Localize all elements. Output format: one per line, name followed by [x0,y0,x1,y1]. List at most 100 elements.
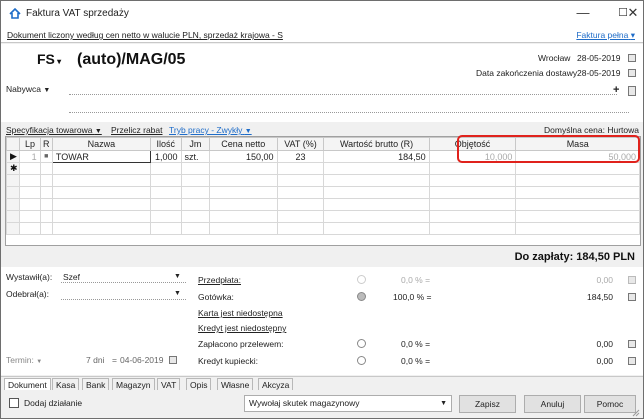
empty-cell [39,186,53,199]
prepayment-percent: 0,0 % = [401,275,431,285]
document-prefix-dropdown[interactable]: FS ▾ [37,51,61,67]
empty-cell [39,174,53,187]
empty-cell [276,198,325,211]
calendar-icon[interactable] [169,356,177,364]
column-header-lp[interactable]: Lp [19,137,41,151]
cash-radio[interactable] [357,292,366,301]
resize-grip-icon[interactable] [630,407,640,417]
empty-cell [428,210,517,223]
document-header-form: FS ▾ (auto)/MAG/05 Wrocław 28-05-2019 Da… [1,44,643,122]
recalculate-discount-link[interactable]: Przelicz rabat [111,125,163,135]
chevron-down-icon: ▼ [43,87,51,94]
cash-percent[interactable]: 100,0 % = [393,292,432,302]
transfer-percent[interactable]: 0,0 % = [401,339,430,349]
column-header-r[interactable]: R [39,137,53,151]
calculator-icon[interactable] [628,357,636,365]
cell-name[interactable]: TOWAR [51,150,151,163]
trade-credit-radio[interactable] [357,356,366,365]
window-title: Faktura VAT sprzedaży [26,8,129,19]
trade-credit-amount[interactable]: 0,00 [596,356,613,366]
cash-label: Gotówka: [198,292,234,302]
empty-cell [209,210,278,223]
column-header-unit[interactable]: Jm [180,137,211,151]
prepayment-amount: 0,00 [596,275,613,285]
buyer-list-icon[interactable] [628,86,636,96]
empty-cell [180,198,211,211]
empty-cell [515,210,640,223]
add-action-label: Dodaj działanie [24,398,83,408]
default-price-label: Domyślna cena: Hurtowa [544,125,639,135]
pricing-note-link[interactable]: Dokument liczony według cen netto w walu… [7,30,283,40]
issued-by-dropdown-icon[interactable]: ▼ [174,273,181,280]
cancel-button[interactable]: Anuluj [524,395,581,413]
issue-place[interactable]: Wrocław [538,53,570,63]
specification-dropdown[interactable]: Specyfikacja towarowa ▼ [6,125,102,135]
document-number: (auto)/MAG/05 [77,51,186,68]
close-button[interactable]: ✕ [623,1,643,27]
add-action-checkbox[interactable] [9,398,19,408]
due-days[interactable]: 7 dni [86,355,104,365]
trade-credit-percent[interactable]: 0,0 % = [401,356,430,366]
credit-unavailable-link[interactable]: Kredyt jest niedostępny [198,323,286,333]
cell-gross-value[interactable]: 184,50 [323,150,430,163]
empty-cell [51,186,151,199]
empty-cell [51,162,151,175]
transfer-amount[interactable]: 0,00 [596,339,613,349]
empty-cell [149,210,182,223]
empty-cell [209,162,278,175]
help-button[interactable]: Pomoc [584,395,636,413]
issued-by-value[interactable]: Szef [63,272,80,282]
empty-cell [149,186,182,199]
issued-by-label: Wystawił(a): [6,272,53,282]
empty-cell [180,162,211,175]
due-date[interactable]: 04-06-2019 [120,355,163,365]
empty-cell [276,210,325,223]
invoice-type-dropdown[interactable]: Faktura pełna ▾ [576,30,635,41]
calculator-icon[interactable] [628,293,636,301]
calendar-icon[interactable] [628,54,636,62]
prepayment-label[interactable]: Przedpłata: [198,275,241,285]
column-header-name[interactable]: Nazwa [51,137,151,151]
new-row[interactable]: ✱ [5,162,640,175]
empty-cell [323,222,430,235]
empty-cell [149,198,182,211]
empty-cell [428,162,517,175]
card-unavailable-link[interactable]: Karta jest niedostępna [198,308,283,318]
calculator-icon[interactable] [628,340,636,348]
received-by-dropdown-icon[interactable]: ▼ [174,290,181,297]
cell-vat[interactable]: 23 [276,150,325,163]
warehouse-effect-select[interactable]: Wywołaj skutek magazynowy ▼ [244,395,452,412]
cell-net-price[interactable]: 150,00 [209,150,278,163]
calculator-icon [628,276,636,284]
cell-r[interactable]: ■ [39,150,53,163]
document-info-bar: Dokument liczony według cen netto w walu… [1,27,643,43]
cash-amount[interactable]: 184,50 [587,292,613,302]
empty-cell [149,222,182,235]
empty-cell [39,222,53,235]
empty-cell [428,198,517,211]
issue-date[interactable]: 28-05-2019 [577,53,620,63]
calendar-icon[interactable] [628,69,636,77]
cell-unit[interactable]: szt. [180,150,211,163]
work-mode-dropdown[interactable]: Tryb pracy - Zwykły ▼ [169,125,252,135]
minimize-button[interactable]: — [563,1,603,27]
add-buyer-button[interactable]: + [613,84,619,96]
buyer-field-line[interactable] [69,94,617,95]
save-button[interactable]: Zapisz [459,395,516,413]
cell-qty[interactable]: 1,000 [149,150,182,163]
due-dropdown[interactable]: Termin: ▼ [6,355,42,365]
prepayment-radio [357,275,366,284]
empty-cell [19,186,41,199]
empty-cell [39,210,53,223]
column-header-vat[interactable]: VAT (%) [276,137,325,151]
volume-mass-highlight [457,135,640,163]
delivery-date[interactable]: 28-05-2019 [577,68,620,78]
transfer-radio[interactable] [357,339,366,348]
bottom-tabs: Dokument Kasa Bank Magazyn VAT Opis Włas… [1,376,643,391]
column-header-gross-value[interactable]: Wartość brutto (R) [323,137,430,151]
column-header-net-price[interactable]: Cena netto [209,137,278,151]
buyer-dropdown[interactable]: Nabywca ▼ [6,84,50,94]
empty-cell [323,198,430,211]
column-header-qty[interactable]: Ilość [149,137,182,151]
chevron-down-icon: ▾ [630,30,635,40]
